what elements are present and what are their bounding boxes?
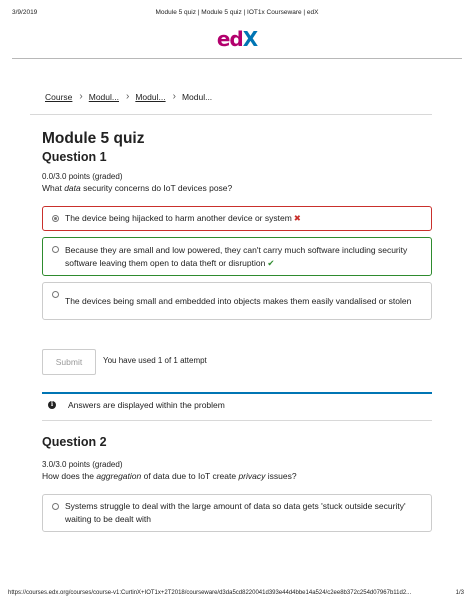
page-title: Module 5 quiz (42, 130, 145, 147)
radio-button[interactable] (52, 246, 59, 253)
answer-option-incorrect[interactable]: The device being hijacked to harm anothe… (42, 206, 432, 231)
page-number: 1/3 (455, 590, 464, 596)
question-2-heading: Question 2 (42, 435, 107, 449)
question-1-heading: Question 1 (42, 150, 107, 164)
print-footer: https://courses.edx.org/courses/course-v… (0, 590, 474, 602)
edx-logo[interactable]: edX (0, 27, 474, 51)
logo-ed: ed (216, 27, 244, 51)
notice-bottom-divider (42, 420, 432, 421)
answer-option[interactable]: The devices being small and embedded int… (42, 282, 432, 320)
answer-option[interactable]: Systems struggle to deal with the large … (42, 494, 432, 532)
option-text: The devices being small and embedded int… (65, 295, 412, 306)
chevron-right-icon: › (126, 91, 130, 102)
chevron-right-icon: › (79, 91, 83, 102)
radio-button-selected[interactable] (52, 215, 59, 222)
breadcrumb-module-link[interactable]: Modul... (89, 92, 119, 102)
header-divider (12, 58, 462, 59)
print-title: Module 5 quiz | Module 5 quiz | IOT1x Co… (155, 9, 319, 16)
question-1-prompt: What data security concerns do IoT devic… (42, 183, 233, 193)
logo-x: X (242, 27, 258, 51)
breadcrumb-subsection-link[interactable]: Modul... (135, 92, 165, 102)
breadcrumb: Course › Modul... › Modul... › Modul... (45, 91, 213, 103)
answers-notice: i Answers are displayed within the probl… (42, 400, 432, 410)
question-1-points: 0.0/3.0 points (graded) (42, 172, 123, 181)
breadcrumb-current: Modul... (181, 92, 213, 102)
correct-check-icon: ✔ (267, 257, 275, 268)
info-icon: i (48, 401, 56, 409)
submit-button[interactable]: Submit (42, 349, 96, 375)
notice-divider (42, 392, 432, 394)
print-header: 3/9/2019 Module 5 quiz | Module 5 quiz |… (0, 9, 474, 21)
notice-text: Answers are displayed within the problem (68, 400, 225, 410)
radio-button[interactable] (52, 291, 59, 298)
option-text: Because they are small and low powered, … (65, 244, 408, 268)
print-url: https://courses.edx.org/courses/course-v… (8, 590, 412, 596)
incorrect-x-icon: ✖ (293, 213, 301, 223)
breadcrumb-divider (30, 114, 432, 115)
question-2-points: 3.0/3.0 points (graded) (42, 460, 123, 469)
radio-button[interactable] (52, 503, 59, 510)
attempts-text: You have used 1 of 1 attempt (103, 356, 207, 365)
option-text: Systems struggle to deal with the large … (65, 501, 406, 524)
breadcrumb-course-link[interactable]: Course (45, 92, 72, 102)
question-2-prompt: How does the aggregation of data due to … (42, 471, 297, 481)
answer-option-correct[interactable]: Because they are small and low powered, … (42, 237, 432, 276)
chevron-right-icon: › (172, 91, 176, 102)
option-text: The device being hijacked to harm anothe… (65, 213, 292, 223)
